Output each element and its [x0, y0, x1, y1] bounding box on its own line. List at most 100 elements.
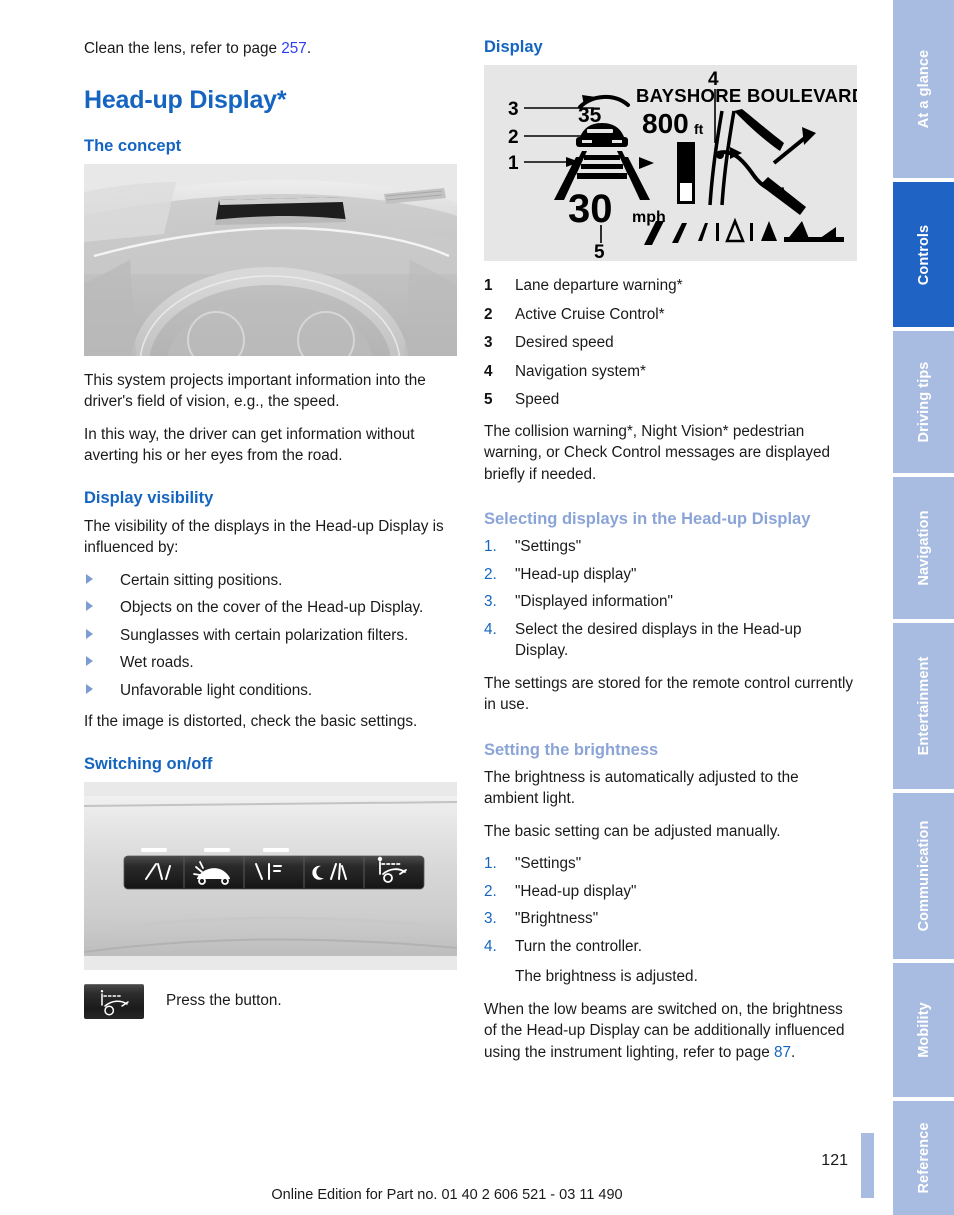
step-number: 2. — [484, 882, 497, 900]
list-item-label: Unfavorable light conditions. — [120, 681, 313, 699]
list-item-label: Certain sitting positions. — [120, 571, 283, 589]
legend-row: 1 Lane departure warning* — [484, 275, 857, 297]
press-button-row: Press the button. — [84, 983, 457, 1019]
page-title: Head-up Display* — [84, 85, 287, 114]
list-item-label: Sunglasses with certain polarization fil… — [120, 626, 409, 644]
step-number: 3. — [484, 910, 497, 927]
hud-callout-2: 2 — [508, 127, 519, 148]
heading-setting-brightness: Setting the brightness — [484, 740, 659, 759]
hud-distance-value: 800 — [642, 108, 689, 139]
legend-number: 1 — [484, 277, 493, 294]
sidebar-tab-label: Entertainment — [915, 656, 932, 756]
selecting-note: The settings are stored for the remote c… — [484, 674, 853, 714]
brightness-closing-after: . — [790, 1043, 796, 1061]
legend-row: 3 Desired speed — [484, 332, 857, 354]
step-item: 1. "Settings" — [484, 536, 857, 558]
legend-row: 4 Navigation system* — [484, 361, 857, 383]
legend-number: 4 — [484, 362, 493, 380]
step-number: 1. — [484, 855, 497, 872]
step-item: 1. "Settings" — [484, 853, 857, 875]
brightness-step-note: The brightness is adjusted. — [515, 968, 698, 985]
legend-number: 2 — [484, 305, 493, 323]
visibility-list: Certain sitting positions. Objects on th… — [84, 570, 457, 702]
sidebar-tab-label: Communication — [915, 820, 932, 932]
sidebar-tab-controls[interactable]: Controls — [893, 182, 954, 327]
legend-label: Active Cruise Control* — [515, 305, 665, 323]
press-button-caption: Press the button. — [166, 991, 282, 1009]
hud-distance-unit: ft — [694, 121, 704, 137]
right-column: Display 3 2 1 4 5 35 30 mph BAYSHORE BOU… — [484, 38, 857, 1074]
sidebar-tab-at-a-glance[interactable]: At a glance — [893, 0, 954, 178]
hud-display-figure: 3 2 1 4 5 35 30 mph BAYSHORE BOULEVARD 8… — [484, 65, 857, 261]
legend-label: Lane departure warning* — [515, 277, 683, 294]
step-number: 4. — [484, 620, 497, 638]
left-column: Clean the lens, refer to page 257. Head-… — [84, 38, 457, 1019]
sidebar-tab-label: Driving tips — [915, 361, 932, 443]
brightness-paragraph-1: The brightness is automatically adjusted… — [484, 768, 799, 808]
visibility-intro: The visibility of the displays in the He… — [84, 517, 444, 557]
hud-callout-3: 3 — [508, 99, 519, 120]
lens-text-after: . — [306, 40, 312, 57]
sidebar-tab-label: At a glance — [915, 49, 932, 129]
selecting-steps-list: 1. "Settings" 2. "Head-up display" 3. "Disp… — [484, 536, 857, 662]
list-item: Certain sitting positions. — [84, 570, 457, 592]
brightness-steps-list: 1. "Settings" 2. "Head-up display" 3. "Brig… — [484, 853, 857, 957]
sidebar-tab-label: Navigation — [915, 510, 932, 586]
step-text: "Head-up display" — [515, 882, 637, 900]
legend-row: 2 Active Cruise Control* — [484, 304, 857, 326]
heading-switching-on-off: Switching on/off — [84, 754, 213, 773]
sidebar-tab-communication[interactable]: Communication — [893, 793, 954, 959]
legend-label: Navigation system* — [515, 362, 646, 380]
step-text: "Settings" — [515, 855, 582, 872]
legend-label: Desired speed — [515, 334, 614, 351]
step-item: 3. "Brightness" — [484, 908, 857, 930]
lens-reference-text: Clean the lens, refer to page 257. — [84, 38, 457, 60]
step-text: "Head-up display" — [515, 565, 637, 583]
display-note: The collision warning*, Night Vision* pe… — [484, 422, 831, 483]
triangle-bullet-icon — [86, 573, 93, 584]
hud-callout-1: 1 — [508, 153, 519, 174]
step-item: 2. "Head-up display" — [484, 881, 857, 903]
head-up-display-button-icon[interactable] — [84, 983, 144, 1019]
hud-callout-5: 5 — [594, 242, 605, 261]
chapter-tab-sidebar: At a glance Controls Driving tips Naviga… — [893, 0, 954, 1215]
step-number: 2. — [484, 565, 497, 583]
list-item-label: Wet roads. — [120, 654, 194, 671]
manual-page: Clean the lens, refer to page 257. Head-… — [0, 0, 954, 1215]
step-text: Turn the controller. — [515, 937, 642, 955]
step-number: 3. — [484, 593, 497, 610]
sidebar-tab-entertainment[interactable]: Entertainment — [893, 623, 954, 789]
step-text: "Brightness" — [515, 910, 599, 927]
concept-paragraph-1: This system projects important informati… — [84, 371, 426, 411]
step-item: 3. "Displayed information" — [484, 591, 857, 613]
triangle-bullet-icon — [86, 628, 93, 639]
heading-display-visibility: Display visibility — [84, 488, 214, 507]
legend-label: Speed — [515, 391, 560, 408]
hud-speed-value: 30 — [568, 187, 613, 231]
footer-edition-text: Online Edition for Part no. 01 40 2 606 … — [271, 1187, 623, 1203]
step-number: 4. — [484, 937, 497, 955]
step-text: "Displayed information" — [515, 593, 673, 610]
list-item: Wet roads. — [84, 652, 457, 674]
sidebar-tab-driving-tips[interactable]: Driving tips — [893, 331, 954, 473]
sidebar-tab-mobility[interactable]: Mobility — [893, 963, 954, 1097]
list-item: Sunglasses with certain polarization fil… — [84, 625, 457, 647]
page-number: 121 — [821, 1152, 848, 1169]
brightness-paragraph-2: The basic setting can be adjusted manual… — [484, 822, 781, 840]
page-link-87[interactable]: 87 — [774, 1044, 791, 1061]
step-item: 4. Select the desired displays in the Hea… — [484, 619, 857, 662]
step-number: 1. — [484, 538, 497, 555]
list-item: Unfavorable light conditions. — [84, 680, 457, 702]
hud-legend-list: 1 Lane departure warning* 2 Active Cruise … — [484, 275, 857, 411]
heading-selecting-displays: Selecting displays in the Head-up Displa… — [484, 510, 811, 528]
triangle-bullet-icon — [86, 656, 93, 666]
button-panel-figure — [84, 781, 457, 970]
step-item: 4. Turn the controller. — [484, 936, 857, 958]
brightness-closing: When the low beams are switched on, the … — [484, 999, 857, 1064]
sidebar-tab-reference[interactable]: Reference — [893, 1101, 954, 1215]
list-item: Objects on the cover of the Head-up Disp… — [84, 597, 457, 619]
dashboard-figure — [84, 163, 457, 356]
page-link-257[interactable]: 257 — [281, 40, 307, 57]
sidebar-tab-label: Reference — [915, 1122, 932, 1194]
sidebar-tab-navigation[interactable]: Navigation — [893, 477, 954, 619]
